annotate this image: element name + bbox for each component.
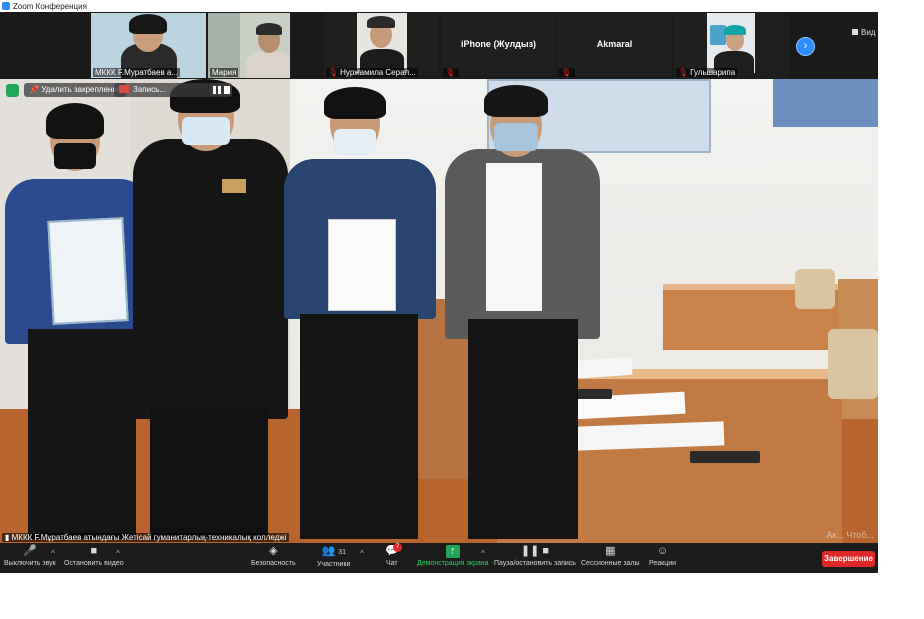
recording-controls[interactable] (210, 84, 232, 96)
chat-badge: 7 (393, 543, 402, 552)
pause-recording-button[interactable]: ❚❚ ■ Пауза/остановить запись (494, 545, 576, 567)
smiley-icon: ☺ (656, 545, 669, 557)
title-bar: Zoom Конференция (0, 0, 878, 12)
certificate (47, 217, 129, 325)
signal-icon: ▮ (5, 533, 12, 542)
pause-stop-icon: ❚❚ ■ (520, 545, 550, 557)
security-shield-icon (6, 84, 19, 97)
record-icon (119, 85, 129, 93)
share-screen-icon: ↑ (445, 545, 460, 558)
participant-tile[interactable]: 🎙 Гульшарипа (674, 13, 789, 78)
mic-muted-icon: 🎙 (328, 68, 339, 77)
stop-video-button[interactable]: ■ Остановить видео (64, 545, 124, 567)
participant-name-center: Akmaral (596, 39, 633, 49)
participant-name: МККК F.Муратбаев а... (93, 68, 181, 77)
wall-poster (773, 79, 878, 127)
video-camera-icon: ■ (90, 545, 98, 557)
breakout-rooms-icon: ▦ (605, 545, 616, 557)
participant-tile[interactable]: iPhone (Жулдыз) 🎙 (441, 13, 556, 78)
participant-tile[interactable]: 🎙 Нуржамила Серал... (324, 13, 439, 78)
breakout-rooms-button[interactable]: ▦ Сессионные залы (581, 545, 640, 567)
participant-name: 🎙 Гульшарипа (676, 68, 738, 77)
participants-caret[interactable]: ^ (360, 549, 364, 558)
mute-button[interactable]: 🎤 Выключить звук (4, 545, 56, 567)
view-button[interactable]: Вид (852, 28, 875, 37)
view-grid-icon (852, 29, 858, 35)
audio-options-caret[interactable]: ^ (51, 549, 55, 558)
security-button[interactable]: ◈ Безопасность (251, 545, 296, 567)
share-screen-button[interactable]: ↑ Демонстрация экрана (417, 545, 489, 567)
active-speaker-video: 📌 Удалить закрепление Запись... ▮ МККК F… (0, 79, 878, 543)
window-title: Zoom Конференция (13, 1, 87, 11)
participants-icon: 👥 31 (321, 545, 346, 557)
participant-name-center: iPhone (Жулдыз) (460, 39, 537, 49)
zoom-window: Zoom Конференция МККК F.Муратбаев а... М… (0, 0, 878, 573)
participants-button[interactable]: 👥 31 Участники (317, 545, 350, 568)
gallery-strip: МККК F.Муратбаев а... Мария 🎙 Нуржамила С… (0, 12, 878, 79)
participant-tile[interactable]: Akmaral 🎙 (557, 13, 672, 78)
mic-muted-icon: 🎙 (678, 68, 689, 77)
watermark: Ак... Чтоб... (826, 530, 874, 540)
video-options-caret[interactable]: ^ (116, 549, 120, 558)
chevron-right-icon: › (803, 40, 808, 52)
mic-muted-icon: 🎙 (559, 68, 576, 77)
mic-muted-icon: 🎙 (443, 68, 460, 77)
microphone-icon: 🎤 (23, 545, 37, 557)
speaker-caption: ▮ МККК F.Мұратбаев атындағы Жетісай гума… (2, 533, 290, 542)
meeting-toolbar: 🎤 Выключить звук ^ ■ Остановить видео ^ ◈ Б… (0, 543, 878, 573)
zoom-logo-icon (2, 2, 10, 10)
reactions-button[interactable]: ☺ Реакции (649, 545, 676, 567)
pin-icon: 📌 (29, 85, 42, 94)
participant-name: 🎙 Нуржамила Серал... (326, 68, 418, 77)
share-options-caret[interactable]: ^ (481, 549, 485, 558)
certificate (328, 219, 396, 311)
next-page-button[interactable]: › (796, 37, 815, 56)
shield-icon: ◈ (269, 545, 278, 557)
participant-tile[interactable]: Мария (208, 13, 290, 78)
end-meeting-button[interactable]: Завершение (822, 551, 875, 567)
participant-tile[interactable]: МККК F.Муратбаев а... (91, 13, 206, 78)
participant-name: Мария (210, 68, 239, 77)
unpin-button[interactable]: 📌 Удалить закрепление (24, 83, 127, 97)
